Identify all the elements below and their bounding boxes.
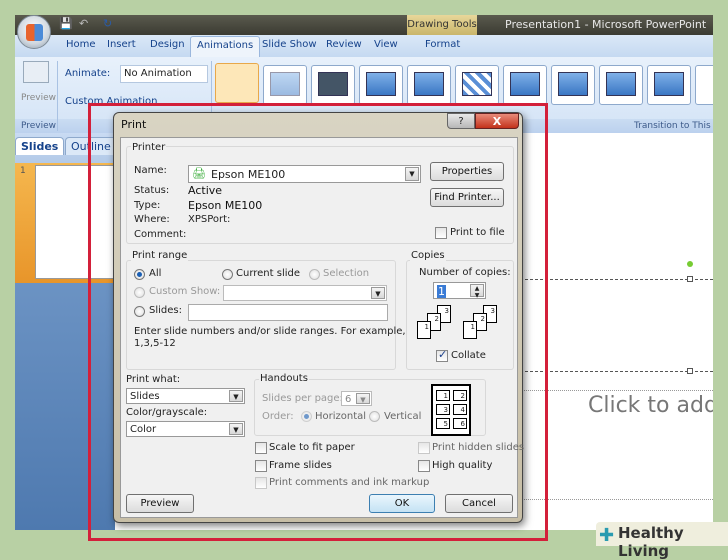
tab-design[interactable]: Design (150, 39, 185, 50)
title-bar: 💾 ↶ ↻ Drawing Tools Presentation1 - Micr… (15, 15, 713, 35)
animate-label: Animate: (65, 68, 111, 79)
save-icon[interactable]: 💾 (59, 17, 73, 30)
transition-thumb-icon (510, 72, 540, 96)
transition-thumb-icon (654, 72, 684, 96)
transition-group-label: Transition to This Slide (634, 121, 713, 131)
tab-slide-show[interactable]: Slide Show (262, 39, 317, 50)
separator (57, 61, 58, 131)
tab-insert[interactable]: Insert (107, 39, 136, 50)
tab-view[interactable]: View (374, 39, 398, 50)
tab-review[interactable]: Review (326, 39, 362, 50)
transition-wipe-left[interactable] (551, 65, 595, 105)
tab-animations[interactable]: Animations (190, 36, 261, 57)
transition-cut-black[interactable] (407, 65, 451, 105)
transition-fade[interactable] (263, 65, 307, 105)
healthy-living-watermark: ✚ Healthy Living (596, 522, 728, 560)
transition-thumb-icon (558, 72, 588, 96)
preview-button[interactable]: Preview (21, 93, 56, 103)
transition-fade-black[interactable] (311, 65, 355, 105)
undo-icon[interactable]: ↶ (79, 17, 88, 30)
highlight-box (88, 103, 548, 541)
office-logo-icon (26, 24, 43, 41)
transition-cut[interactable] (359, 65, 403, 105)
preview-icon[interactable] (23, 61, 49, 83)
plus-leaf-icon: ✚ (599, 525, 615, 546)
tab-slides[interactable]: Slides (15, 137, 65, 155)
rotate-handle[interactable] (687, 261, 693, 267)
tab-home[interactable]: Home (66, 39, 96, 50)
transition-wipe-right[interactable] (599, 65, 643, 105)
transition-more[interactable] (695, 65, 713, 105)
slide-number: 1 (20, 166, 26, 176)
resize-handle[interactable] (687, 368, 693, 374)
resize-handle[interactable] (687, 276, 693, 282)
ribbon-tabs: Home Insert Design Animations Slide Show… (15, 35, 713, 57)
animate-select[interactable]: No Animation (120, 65, 208, 83)
transition-wipe-down[interactable] (503, 65, 547, 105)
animate-value: No Animation (124, 68, 192, 79)
window-title: Presentation1 - Microsoft PowerPoint (505, 18, 707, 31)
drawing-tools-context: Drawing Tools (407, 15, 477, 35)
redo-icon[interactable]: ↻ (103, 17, 112, 30)
transition-thumb-icon (462, 72, 492, 96)
preview-group-label: Preview (21, 121, 57, 131)
office-button[interactable] (17, 15, 51, 49)
brand-name: Healthy Living (618, 524, 684, 560)
transition-none[interactable] (215, 63, 259, 103)
transition-thumb-icon (270, 72, 300, 96)
subtitle-placeholder[interactable]: Click to add (588, 393, 713, 418)
transition-wipe-up[interactable] (647, 65, 691, 105)
transition-thumb-icon (414, 72, 444, 96)
transition-thumb-icon (606, 72, 636, 96)
transition-thumb-icon (366, 72, 396, 96)
tab-format[interactable]: Format (425, 39, 460, 50)
transition-thumb-icon (318, 72, 348, 96)
transition-dissolve[interactable] (455, 65, 499, 105)
